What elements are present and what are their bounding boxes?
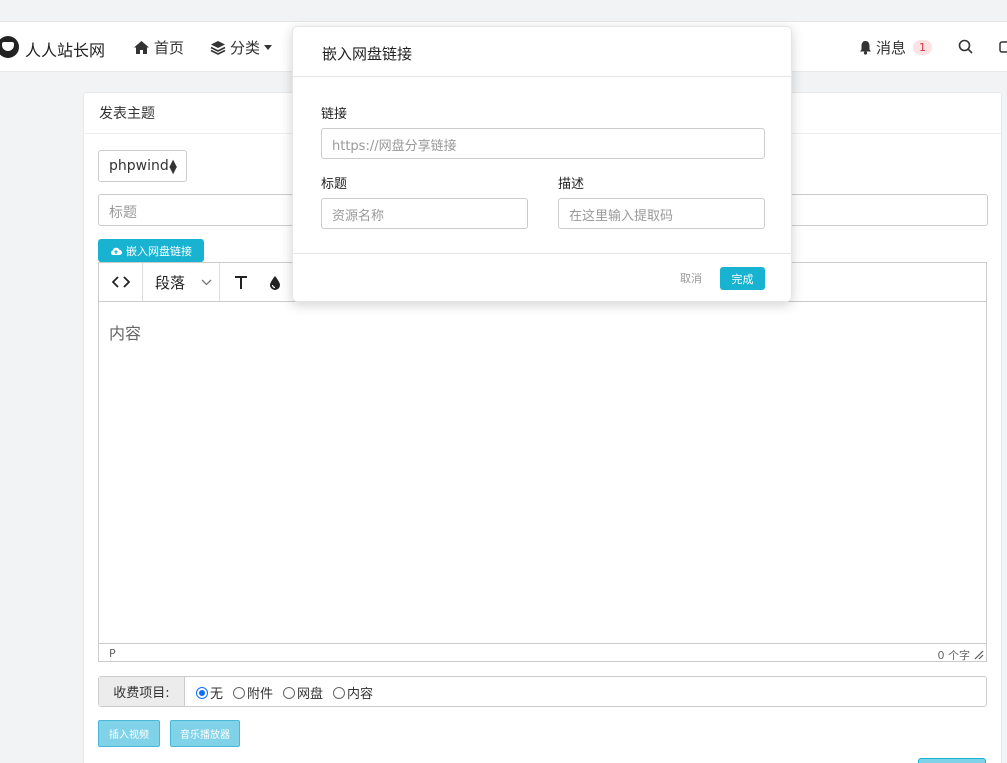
embed-netdisk-label: 嵌入网盘链接 [126,244,192,258]
text-size-icon [235,275,247,289]
radio-icon [333,686,346,699]
description-input[interactable]: 在这里输入提取码 [558,198,765,229]
insert-video-button[interactable]: 插入视频 [98,720,160,747]
search-icon [958,39,973,54]
paragraph-format-select[interactable]: 段落 [143,263,220,301]
cloud-upload-icon [111,247,122,255]
nav-home-label: 首页 [154,39,185,57]
fee-label: 收费项目: [99,677,185,706]
fee-radio-label: 网盘 [297,687,324,702]
nav-user-button[interactable] [999,39,1007,54]
fee-option-row: 收费项目: 无 附件 网盘 内容 [98,676,987,707]
nav-messages-label: 消息 [876,39,907,57]
forum-select[interactable]: phpwind ▲ ▼ [98,150,187,182]
description-label: 描述 [558,177,585,192]
embed-netdisk-button[interactable]: 嵌入网盘链接 [98,239,204,262]
home-icon [134,41,149,54]
embed-netdisk-modal: 嵌入网盘链接 链接 https://网盘分享链接 标题 资源名称 描述 在这里输… [292,26,792,302]
bell-icon [860,41,871,55]
message-count-badge: 1 [913,40,933,55]
rich-text-editor: 段落 内容 P 0 个字 [98,262,987,662]
nav-home[interactable]: 首页 [133,37,184,58]
fee-radio-content[interactable]: 内容 [333,683,373,702]
caret-down-icon [264,45,273,50]
nav-category-label: 分类 [230,39,261,57]
user-menu-icon [999,41,1007,53]
browser-top-strip [0,0,1007,22]
sort-caret-icon: ▲ ▼ [169,158,177,176]
page-title: 发表主题 [99,106,155,122]
element-path: P [109,647,116,660]
radio-icon [233,686,246,699]
fee-radio-attachment[interactable]: 附件 [233,683,273,702]
fee-radio-label: 内容 [347,687,374,702]
fee-radio-none[interactable]: 无 [196,683,223,702]
code-icon [111,276,130,288]
fee-radio-netdisk[interactable]: 网盘 [283,683,323,702]
editor-statusbar: P 0 个字 [99,643,986,662]
editor-content-area[interactable]: 内容 [109,320,141,344]
fee-radio-group: 无 附件 网盘 内容 [196,683,373,702]
modal-title: 嵌入网盘链接 [322,45,413,63]
resize-grip-icon[interactable] [974,650,984,660]
link-input[interactable]: https://网盘分享链接 [321,128,765,159]
font-size-button[interactable] [220,263,262,301]
nav-category-dropdown[interactable]: 分类 [210,37,273,58]
modal-header-divider [293,76,791,77]
cancel-button[interactable]: 取消 [680,270,702,286]
char-count: 0 个字 [937,649,971,662]
link-label: 链接 [321,107,348,122]
font-color-button[interactable] [262,263,288,301]
fee-radio-label: 无 [210,687,224,702]
done-button[interactable]: 完成 [720,267,765,290]
color-drop-icon [270,275,280,290]
radio-icon [283,686,296,699]
chevron-down-icon [201,279,212,285]
nav-messages[interactable]: 消息 1 [859,37,933,58]
fee-radio-label: 附件 [247,687,274,702]
radio-checked-icon [196,686,208,699]
nav-search-button[interactable] [958,39,973,54]
site-logo-icon[interactable] [0,36,19,58]
submit-button-partial[interactable] [918,758,986,763]
layers-icon [210,41,226,55]
paragraph-format-value: 段落 [155,273,186,292]
forum-select-value: phpwind [109,158,169,174]
resource-title-label: 标题 [321,177,348,192]
music-player-button[interactable]: 音乐播放器 [170,720,240,747]
modal-footer-divider [293,253,791,254]
resource-title-input[interactable]: 资源名称 [321,198,528,229]
code-view-button[interactable] [99,263,143,301]
site-brand[interactable]: 人人站长网 [25,37,105,61]
